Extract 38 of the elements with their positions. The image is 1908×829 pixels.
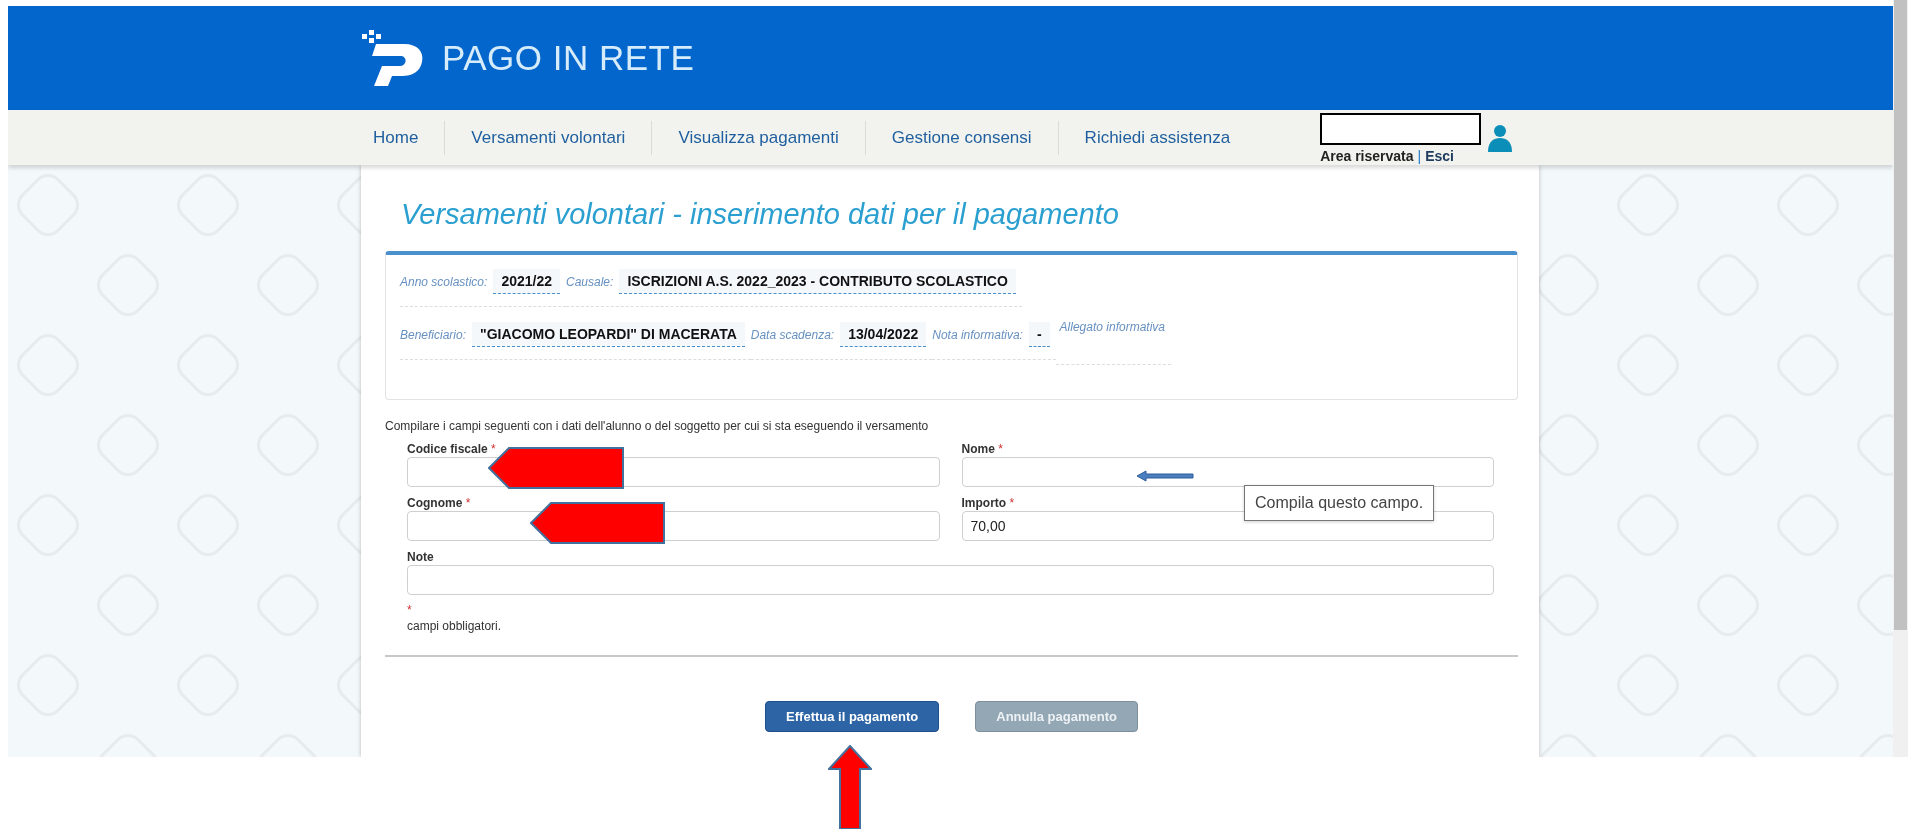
arrow-icon xyxy=(530,502,665,544)
nav-link[interactable]: Home xyxy=(362,120,445,155)
input-field[interactable] xyxy=(961,457,1494,487)
nav-link[interactable]: Richiedi assistenza xyxy=(1057,120,1257,155)
logout-link[interactable]: Esci xyxy=(1425,148,1454,164)
brand-name: PAGO IN RETE xyxy=(442,38,695,78)
user-area-label: Area riservata xyxy=(1320,148,1414,164)
info-value: - xyxy=(1028,322,1050,347)
info-label: Anno scolastico: xyxy=(400,274,488,289)
scrollbar[interactable] xyxy=(1893,0,1908,757)
info-value: 13/04/2022 xyxy=(840,322,927,347)
field-label: Cognome * xyxy=(407,496,471,510)
field-label: Note xyxy=(407,550,434,564)
attachment-link[interactable]: Allegato informativa xyxy=(1055,320,1171,365)
field-label: Importo * xyxy=(961,496,1015,510)
separator: | xyxy=(1417,148,1422,164)
input-field[interactable] xyxy=(407,565,1494,595)
field-label: Codice fiscale * xyxy=(407,442,496,456)
nav-link[interactable]: Visualizza pagamenti xyxy=(651,120,865,155)
form-intro: Compilare i campi seguenti con i dati dell'alunno o del soggetto per cui si sta eseguendo il versamento xyxy=(385,419,930,433)
required-note: campi obbligatori. xyxy=(407,619,503,633)
field-label: Nome * xyxy=(961,442,1003,456)
info-label: Causale: xyxy=(566,274,614,289)
info-label: Beneficiario: xyxy=(400,327,467,342)
page-title: Versamenti volontari - inserimento dati per il pagamento xyxy=(401,197,1120,231)
info-value: 2021/22 xyxy=(493,269,560,294)
required-mark: * xyxy=(407,603,413,617)
arrow-icon xyxy=(488,447,624,489)
nav-link[interactable]: Versamenti volontari xyxy=(444,120,652,155)
arrow-icon xyxy=(1136,470,1194,482)
info-value: ISCRIZIONI A.S. 2022_2023 - CONTRIBUTO SCOLASTICO xyxy=(619,269,1016,294)
info-label: Nota informativa: xyxy=(932,327,1023,342)
info-label: Data scadenza: xyxy=(750,327,835,342)
nav-link[interactable]: Gestione consensi xyxy=(864,120,1058,155)
validation-tooltip: Compila questo campo. xyxy=(1244,485,1435,521)
arrow-icon xyxy=(828,745,872,829)
info-value: "GIACOMO LEOPARDI" DI MACERATA xyxy=(472,322,745,347)
pay-button[interactable]: Effettua il pagamento xyxy=(765,701,940,732)
